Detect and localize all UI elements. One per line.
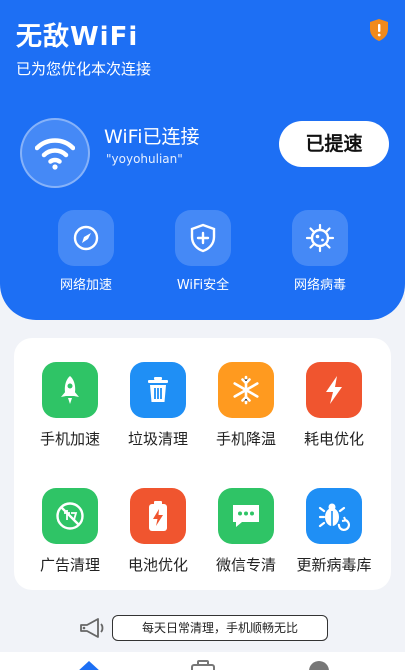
profile-icon[interactable] xyxy=(306,660,332,670)
battery-optimize-label: 电池优化 xyxy=(127,556,188,574)
feature-grid-card: 手机加速 垃圾清理 手机降温 耗电优化 广告清理 电池优化 微信专清 更新病毒库 xyxy=(14,338,391,590)
wechat-clean-item[interactable]: 微信专清 xyxy=(200,488,292,575)
wifi-status-text: WiFi已连接 xyxy=(104,126,200,148)
junk-clean-item[interactable]: 垃圾清理 xyxy=(112,362,204,449)
battery-optimize-item[interactable]: 电池优化 xyxy=(112,488,204,575)
bug-update-icon xyxy=(306,488,362,544)
power-optimize-label: 耗电优化 xyxy=(303,430,364,448)
wifi-security-label: WiFi安全 xyxy=(176,278,230,293)
wifi-security-tool[interactable]: WiFi安全 xyxy=(163,210,243,293)
wifi-status-icon xyxy=(20,118,90,188)
wifi-icon xyxy=(35,138,75,170)
network-virus-label: 网络病毒 xyxy=(293,278,346,293)
wifi-ssid: "yoyohulian" xyxy=(106,152,183,166)
phone-speedup-item[interactable]: 手机加速 xyxy=(24,362,116,449)
optimization-subtitle: 已为您优化本次连接 xyxy=(16,60,152,78)
virus-db-update-item[interactable]: 更新病毒库 xyxy=(288,488,380,575)
phone-speedup-label: 手机加速 xyxy=(39,430,100,448)
bottom-tab-bar xyxy=(0,652,405,670)
battery-icon xyxy=(130,488,186,544)
rocket-icon xyxy=(42,362,98,418)
phone-cooling-label: 手机降温 xyxy=(215,430,276,448)
snowflake-icon xyxy=(218,362,274,418)
home-icon[interactable] xyxy=(76,660,102,670)
network-virus-tool[interactable]: 网络病毒 xyxy=(280,210,360,293)
junk-clean-label: 垃圾清理 xyxy=(127,430,188,448)
trash-icon xyxy=(130,362,186,418)
phone-cooling-item[interactable]: 手机降温 xyxy=(200,362,292,449)
header-panel: 无敌WiFi 已为您优化本次连接 WiFi已连接 "yoyohulian" 已提… xyxy=(0,0,405,320)
chat-icon xyxy=(218,488,274,544)
daily-tip-text: 每天日常清理，手机顺畅无比 xyxy=(112,615,328,641)
lightning-icon xyxy=(306,362,362,418)
wechat-clean-label: 微信专清 xyxy=(215,556,276,574)
ad-clean-item[interactable]: 广告清理 xyxy=(24,488,116,575)
app-title: 无敌WiFi xyxy=(16,22,139,52)
shield-plus-icon xyxy=(175,210,231,266)
power-optimize-item[interactable]: 耗电优化 xyxy=(288,362,380,449)
network-speedup-label: 网络加速 xyxy=(59,278,112,293)
virus-db-update-label: 更新病毒库 xyxy=(296,556,372,574)
speed-compass-icon xyxy=(58,210,114,266)
ad-clean-label: 广告清理 xyxy=(39,556,100,574)
toolbox-icon[interactable] xyxy=(190,660,216,670)
daily-tip[interactable]: 每天日常清理，手机顺畅无比 xyxy=(78,615,330,643)
boost-button[interactable]: 已提速 xyxy=(279,121,389,167)
virus-icon xyxy=(292,210,348,266)
network-speedup-tool[interactable]: 网络加速 xyxy=(46,210,126,293)
shield-alert-icon[interactable] xyxy=(368,18,390,42)
megaphone-icon xyxy=(80,618,104,638)
no-ads-icon xyxy=(42,488,98,544)
